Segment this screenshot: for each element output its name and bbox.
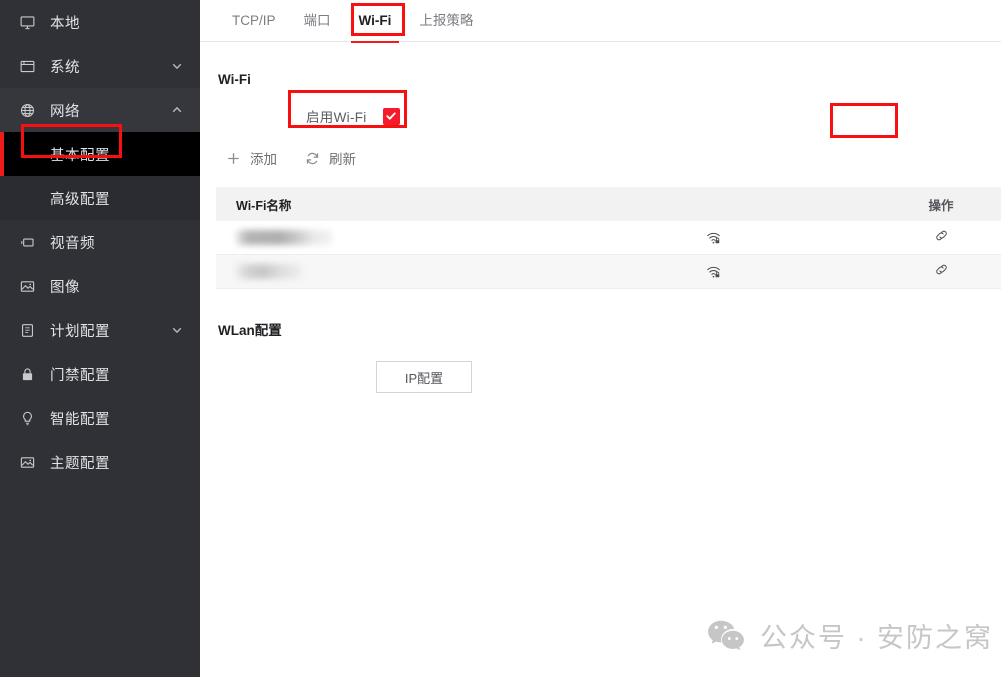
image-icon: [18, 277, 36, 295]
sidebar-item-system[interactable]: 系统: [0, 44, 200, 88]
wifi-table: Wi-Fi名称 操作: [216, 103, 1001, 289]
sidebar-item-network[interactable]: 网络: [0, 88, 200, 132]
wlan-section-title: WLan配置: [218, 323, 282, 338]
enable-wifi-label: 启用Wi-Fi: [306, 110, 367, 125]
refresh-button-label: 刷新: [329, 152, 356, 167]
sidebar-item-label: 计划配置: [50, 323, 110, 340]
ip-config-button[interactable]: IP配置: [376, 361, 472, 393]
wechat-icon: [706, 619, 746, 653]
tab-wifi[interactable]: Wi-Fi: [345, 0, 406, 43]
cell-action: [881, 261, 1001, 283]
tab-label: Wi-Fi: [358, 12, 392, 28]
sidebar-item-label: 网络: [50, 103, 80, 120]
wifi-lock-icon: [546, 229, 881, 246]
bulb-icon: [18, 409, 36, 427]
chevron-up-icon[interactable]: [170, 103, 184, 117]
redacted-wifi-name: [236, 264, 302, 279]
refresh-icon: [303, 149, 321, 167]
sidebar-item-access-control[interactable]: 门禁配置: [0, 352, 200, 396]
sidebar-item-local[interactable]: 本地: [0, 0, 200, 44]
sidebar-item-basic-config[interactable]: 基本配置: [0, 132, 200, 176]
sidebar: 本地 系统 网络 基本配置 高级配置 视音频 图像 计划配置 门禁配置 智能配置…: [0, 0, 200, 677]
chevron-down-icon[interactable]: [170, 59, 184, 73]
watermark-text: 公众号 · 安防之窝: [760, 623, 993, 653]
cell-wifi-name: [216, 230, 546, 245]
add-button[interactable]: 添加: [224, 148, 277, 168]
globe-icon: [18, 101, 36, 119]
link-icon[interactable]: [933, 227, 950, 249]
table-header: Wi-Fi名称 操作: [216, 187, 1001, 221]
app-window: 本地 系统 网络 基本配置 高级配置 视音频 图像 计划配置 门禁配置 智能配置…: [0, 0, 1001, 677]
window-icon: [18, 57, 36, 75]
enable-wifi-checkbox[interactable]: [382, 107, 400, 125]
watermark: 公众号 · 安防之窝: [706, 616, 993, 655]
link-icon[interactable]: [933, 261, 950, 283]
page-title: Wi-Fi: [218, 72, 251, 87]
enable-wifi-row: 启用Wi-Fi: [288, 90, 407, 129]
sidebar-item-label: 视音频: [50, 235, 95, 252]
lock-icon: [18, 365, 36, 383]
cell-action: [881, 227, 1001, 249]
redacted-wifi-name: [236, 230, 332, 245]
ip-config-button-label: IP配置: [404, 370, 444, 386]
add-button-label: 添加: [250, 152, 277, 167]
sidebar-item-theme-config[interactable]: 主题配置: [0, 440, 200, 484]
sidebar-item-label: 智能配置: [50, 411, 110, 428]
monitor-icon: [18, 13, 36, 31]
tab-label: TCP/IP: [232, 12, 276, 28]
sidebar-subitem-label: 基本配置: [50, 147, 110, 164]
tab-label: 上报策略: [419, 12, 474, 28]
plus-icon: [224, 149, 242, 167]
video-icon: [18, 233, 36, 251]
tab-label: 端口: [303, 12, 331, 28]
sidebar-item-schedule-config[interactable]: 计划配置: [0, 308, 200, 352]
annotation-box-link-action: [830, 103, 898, 138]
sidebar-item-label: 门禁配置: [50, 367, 110, 384]
tab-port[interactable]: 端口: [290, 0, 345, 42]
sidebar-item-advanced-config[interactable]: 高级配置: [0, 176, 200, 220]
main-content: TCP/IP 端口 Wi-Fi 上报策略 Wi-Fi 启用Wi-Fi 添加 刷新…: [200, 0, 1001, 677]
wifi-lock-icon: [546, 263, 881, 280]
sidebar-item-smart-config[interactable]: 智能配置: [0, 396, 200, 440]
sidebar-item-label: 本地: [50, 15, 80, 32]
table-row[interactable]: [216, 255, 1001, 289]
sidebar-subitem-label: 高级配置: [50, 191, 110, 208]
sidebar-item-label: 系统: [50, 59, 80, 76]
refresh-button[interactable]: 刷新: [303, 148, 356, 168]
cell-wifi-name: [216, 264, 546, 279]
table-toolbar: 添加 刷新: [224, 145, 1001, 171]
wifi-panel: Wi-Fi 启用Wi-Fi 添加 刷新 Wi-Fi名称 操作 WLan配置 IP…: [200, 72, 1001, 393]
tab-bar: TCP/IP 端口 Wi-Fi 上报策略: [200, 0, 1001, 43]
tab-tcpip[interactable]: TCP/IP: [218, 0, 290, 42]
sidebar-item-video-audio[interactable]: 视音频: [0, 220, 200, 264]
chevron-down-icon[interactable]: [170, 323, 184, 337]
sidebar-item-label: 图像: [50, 279, 80, 296]
image-icon: [18, 453, 36, 471]
sidebar-item-label: 主题配置: [50, 455, 110, 472]
sidebar-item-image[interactable]: 图像: [0, 264, 200, 308]
table-row[interactable]: [216, 221, 1001, 255]
clipboard-icon: [18, 321, 36, 339]
column-header-action: 操作: [928, 198, 954, 213]
column-header-wifi-name: Wi-Fi名称: [236, 198, 292, 213]
tab-report-policy[interactable]: 上报策略: [405, 0, 487, 42]
